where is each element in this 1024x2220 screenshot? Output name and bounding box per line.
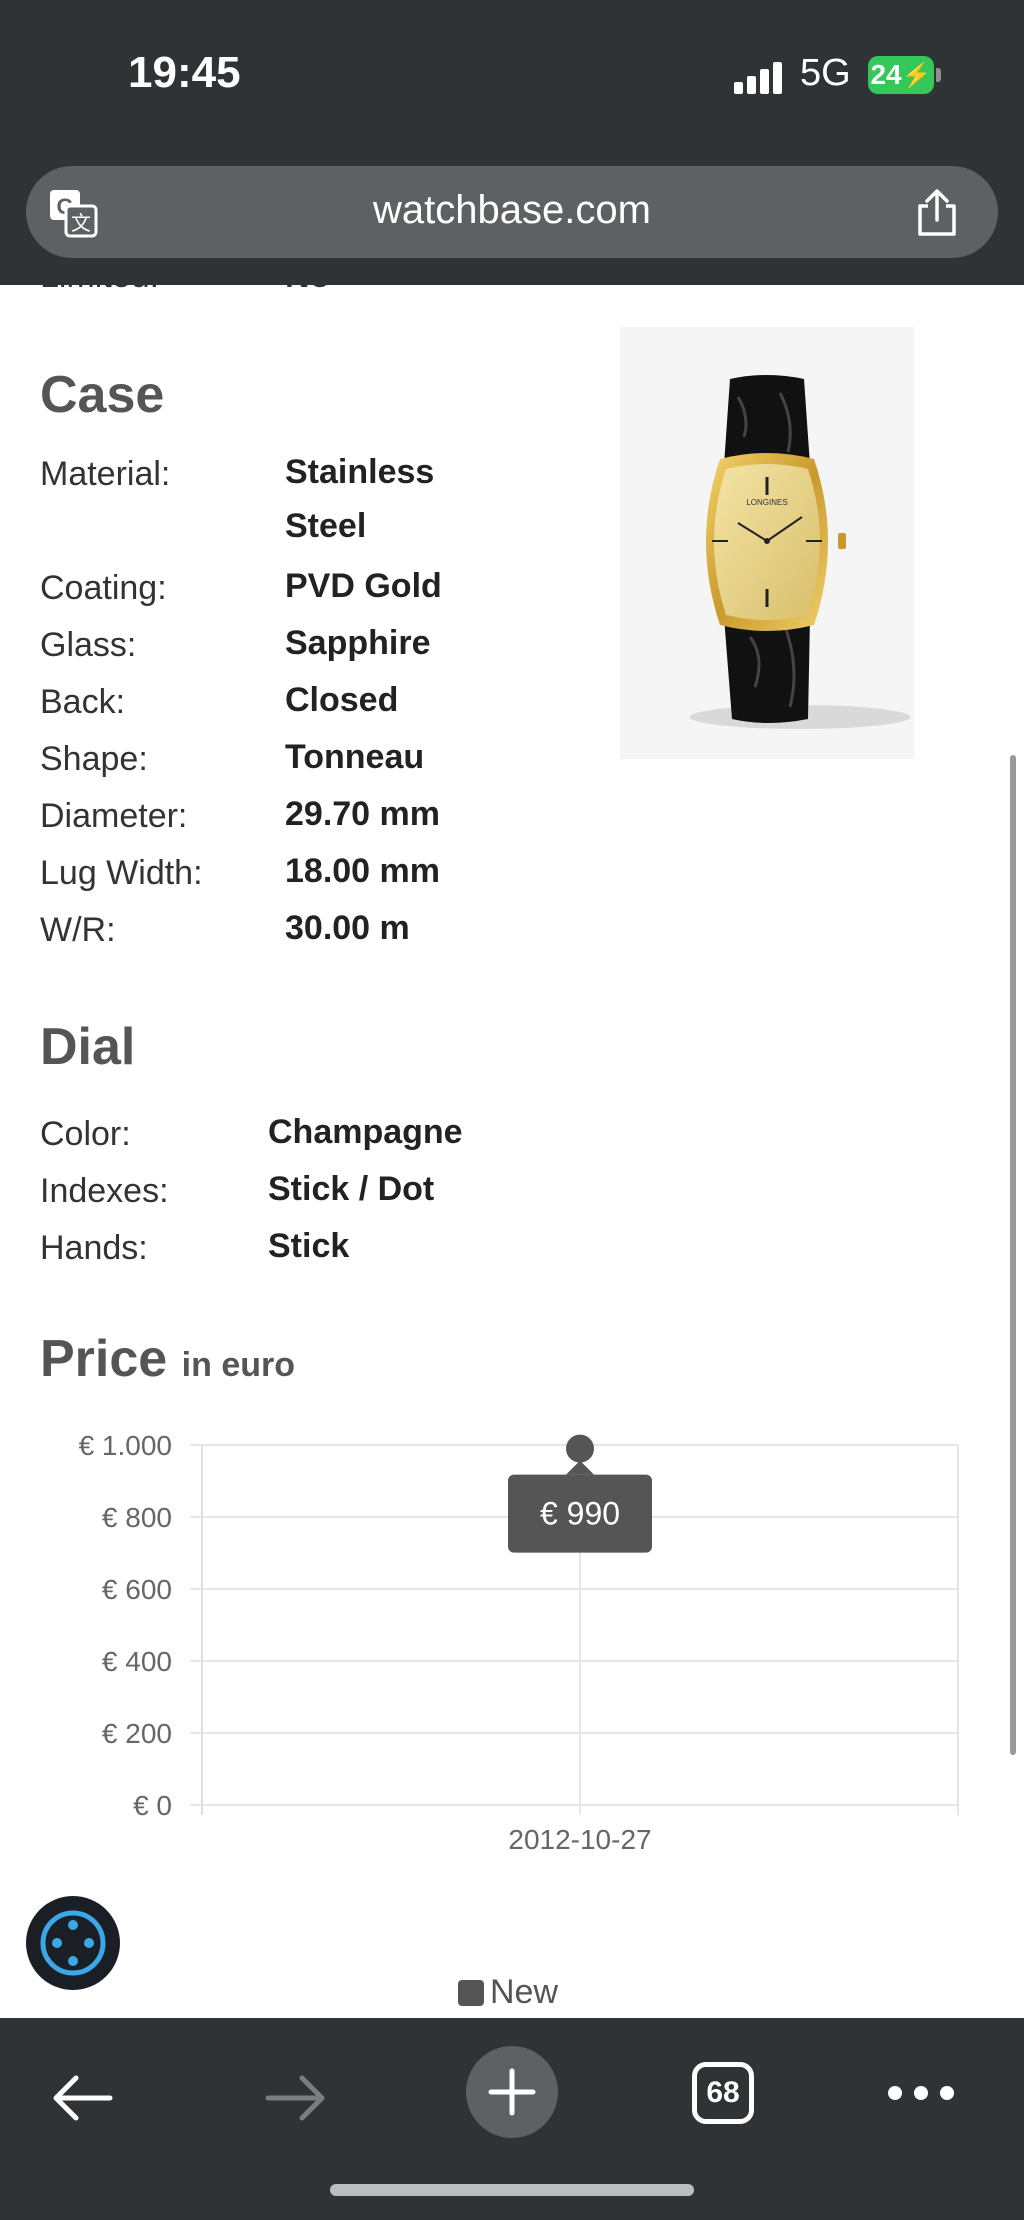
battery-level: 24 <box>870 59 902 90</box>
chart-legend[interactable]: New <box>458 1973 558 2012</box>
top-bar: 19:45 5G 24 ⚡ G 文 watchbase.com <box>0 0 1024 285</box>
price-section-title: Price in euro <box>40 1329 295 1389</box>
home-indicator <box>330 2184 694 2196</box>
spec-value-continued: Steel <box>285 507 367 545</box>
price-subtitle: in euro <box>181 1346 296 1384</box>
accessibility-button[interactable] <box>26 1896 120 1990</box>
spec-label: Glass: <box>40 626 137 664</box>
y-tick-label: € 200 <box>102 1718 172 1749</box>
price-title: Price <box>40 1330 168 1388</box>
tooltip-text: € 990 <box>540 1496 620 1532</box>
svg-text:LONGINES: LONGINES <box>746 498 787 507</box>
address-bar[interactable]: G 文 watchbase.com <box>26 166 998 258</box>
battery-indicator: 24 ⚡ <box>868 56 934 94</box>
data-point <box>566 1434 594 1463</box>
arrow-left-icon <box>53 2075 113 2121</box>
spec-label: Lug Width: <box>40 854 203 892</box>
spec-value: Closed <box>285 681 399 719</box>
url-text[interactable]: watchbase.com <box>26 188 998 233</box>
watch-image[interactable]: LONGINES <box>620 327 914 759</box>
watch-illustration: LONGINES <box>690 375 910 729</box>
spec-label: Limited: <box>40 285 159 296</box>
legend-swatch <box>458 1979 484 2006</box>
tabs-button[interactable]: 68 <box>692 2062 754 2124</box>
y-tick-label: € 400 <box>102 1646 172 1677</box>
signal-icon <box>734 62 782 94</box>
spec-value: No <box>285 285 330 296</box>
y-tick-label: € 800 <box>102 1502 172 1533</box>
price-chart[interactable]: € 0 € 200 € 400 € 600 € 800 € 1.000 2012-10-27… <box>40 1405 990 1885</box>
spec-label: Color: <box>40 1115 131 1153</box>
spec-value: Stick / Dot <box>268 1170 435 1208</box>
spec-value: 18.00 mm <box>285 852 440 890</box>
more-dot <box>940 2086 954 2100</box>
spec-value: 29.70 mm <box>285 795 440 833</box>
spec-label: Shape: <box>40 740 148 778</box>
y-tick-label: € 0 <box>133 1790 172 1821</box>
spec-value: Champagne <box>268 1113 463 1151</box>
arrow-right-icon <box>265 2075 325 2121</box>
spec-label: W/R: <box>40 911 116 949</box>
more-dot <box>888 2086 902 2100</box>
plus-icon <box>488 2068 536 2116</box>
spec-value: Stick <box>268 1227 350 1265</box>
legend-label: New <box>490 1973 559 2011</box>
battery-tip <box>936 68 941 82</box>
forward-button[interactable] <box>256 2058 336 2138</box>
spec-value: Stainless <box>285 453 435 491</box>
share-icon[interactable] <box>914 188 960 238</box>
spec-label: Material: <box>40 455 171 493</box>
page-content: Limited: No Case Material: Stainless Ste… <box>0 285 1024 2019</box>
spec-value: PVD Gold <box>285 567 442 605</box>
spec-value: Tonneau <box>285 738 425 776</box>
new-tab-button[interactable] <box>466 2046 558 2138</box>
spec-label: Diameter: <box>40 797 188 835</box>
spec-label: Indexes: <box>40 1172 169 1210</box>
x-tick-label: 2012-10-27 <box>508 1824 651 1855</box>
more-dot <box>914 2086 928 2100</box>
more-menu-button[interactable] <box>888 2082 954 2104</box>
spec-value: Sapphire <box>285 624 431 662</box>
network-type: 5G <box>800 52 851 94</box>
spec-label: Back: <box>40 683 126 721</box>
y-tick-label: € 600 <box>102 1574 172 1605</box>
y-tick-label: € 1.000 <box>79 1430 172 1461</box>
tooltip-pointer <box>566 1460 594 1475</box>
case-section-title: Case <box>40 366 165 424</box>
accessibility-icon <box>40 1910 106 1976</box>
status-time: 19:45 <box>128 48 241 97</box>
spec-value: 30.00 m <box>285 909 410 947</box>
spec-label: Coating: <box>40 569 167 607</box>
scrollbar[interactable] <box>1010 755 1016 1755</box>
spec-label: Hands: <box>40 1229 148 1267</box>
back-button[interactable] <box>42 2058 122 2138</box>
dial-section-title: Dial <box>40 1018 136 1076</box>
